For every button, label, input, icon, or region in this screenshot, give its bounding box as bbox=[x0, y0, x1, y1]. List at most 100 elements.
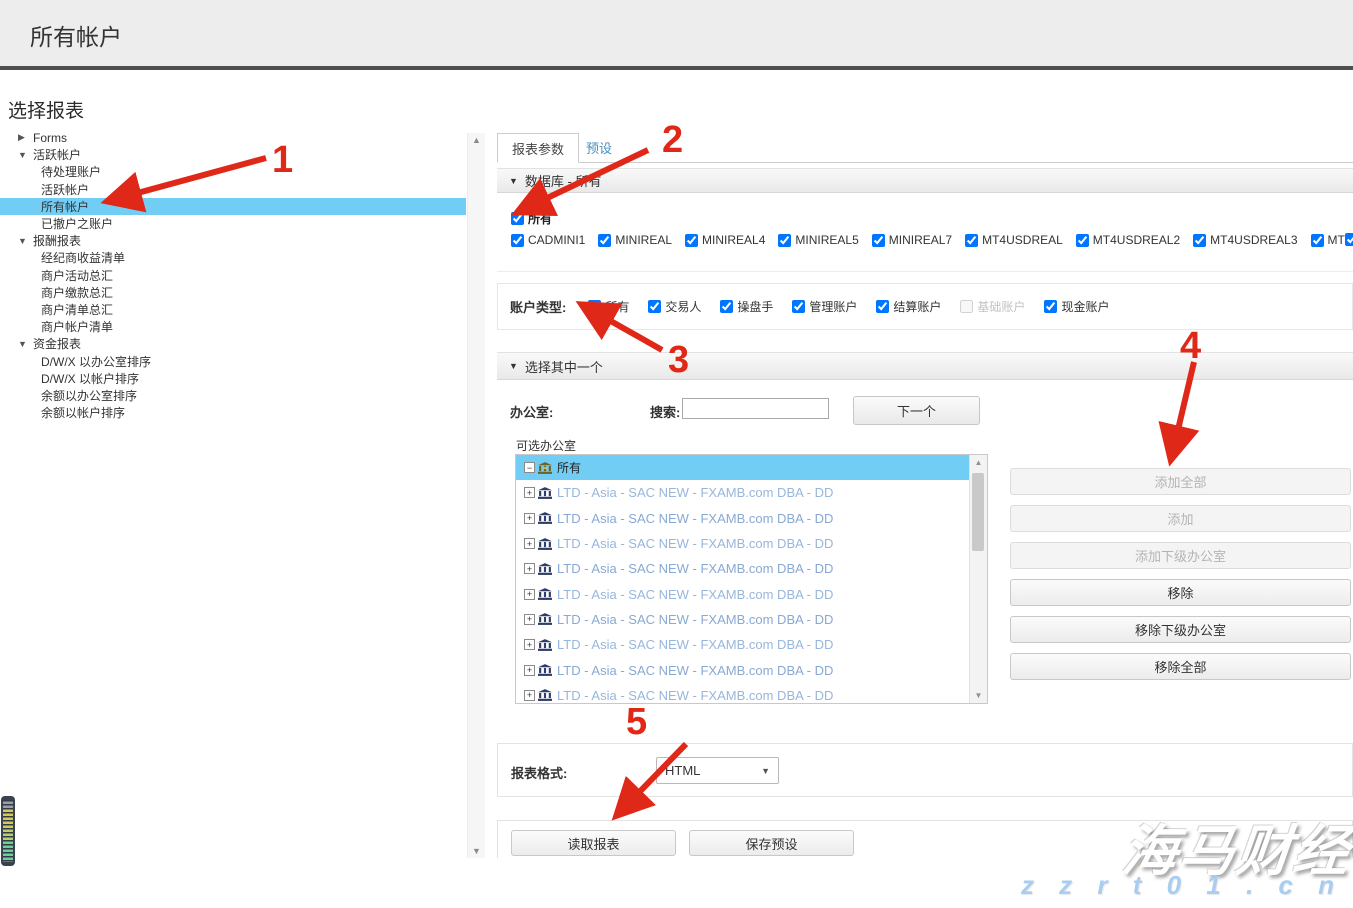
office-row[interactable]: + LTD - Asia - SAC NEW - FXAMB.com DBA -… bbox=[516, 531, 970, 556]
scroll-down-icon[interactable]: ▼ bbox=[468, 846, 485, 856]
office-row[interactable]: + LTD - Asia - SAC NEW - FXAMB.com DBA -… bbox=[516, 657, 970, 682]
expand-box-icon[interactable]: + bbox=[524, 538, 535, 549]
database-all-checkbox[interactable] bbox=[511, 212, 524, 225]
tree-item[interactable]: 经纪商收益清单 bbox=[0, 249, 466, 266]
tree-item[interactable]: 商户帐户清单 bbox=[0, 318, 466, 335]
tree-item[interactable]: 活跃帐户 bbox=[0, 181, 466, 198]
office-row[interactable]: + LTD - Asia - SAC NEW - FXAMB.com DBA -… bbox=[516, 683, 970, 703]
next-button[interactable]: 下一个 bbox=[853, 396, 980, 425]
database-checkbox[interactable] bbox=[1193, 234, 1206, 247]
expand-box-icon[interactable]: + bbox=[524, 690, 535, 701]
expand-box-icon[interactable]: + bbox=[524, 614, 535, 625]
office-row[interactable]: + LTD - Asia - SAC NEW - FXAMB.com DBA -… bbox=[516, 632, 970, 657]
transfer-button[interactable]: 移除全部 bbox=[1010, 653, 1351, 680]
database-all-checkbox-item[interactable]: 所有 bbox=[511, 210, 552, 227]
office-row[interactable]: + LTD - Asia - SAC NEW - FXAMB.com DBA -… bbox=[516, 556, 970, 581]
tree-item-label: 活跃帐户 bbox=[33, 146, 81, 163]
database-checkbox-item[interactable]: MT4USDREAL bbox=[965, 233, 1063, 247]
tree-item[interactable]: ▼ 活跃帐户 bbox=[0, 146, 466, 163]
database-checkbox-cutoff[interactable] bbox=[1345, 233, 1353, 246]
tree-item[interactable]: 商户活动总汇 bbox=[0, 267, 466, 284]
scroll-down-icon[interactable]: ▼ bbox=[970, 691, 987, 700]
database-checkbox-item[interactable]: MINIREAL4 bbox=[685, 233, 765, 247]
account-type-checkbox-item[interactable]: 结算账户 bbox=[876, 298, 941, 315]
database-checkbox[interactable] bbox=[872, 234, 885, 247]
tree-item[interactable]: D/W/X 以帐户排序 bbox=[0, 370, 466, 387]
database-checkbox[interactable] bbox=[685, 234, 698, 247]
panel-scrollbar[interactable]: ▲ ▼ bbox=[467, 133, 485, 858]
collapse-box-icon[interactable]: − bbox=[524, 462, 535, 473]
tree-item[interactable]: 余额以办公室排序 bbox=[0, 387, 466, 404]
transfer-button[interactable]: 添加全部 bbox=[1010, 468, 1351, 495]
transfer-button[interactable]: 添加下级办公室 bbox=[1010, 542, 1351, 569]
tree-item[interactable]: 所有帐户 bbox=[0, 198, 466, 215]
database-checkbox[interactable] bbox=[965, 234, 978, 247]
office-list-scrollbar[interactable]: ▲ ▼ bbox=[969, 455, 987, 703]
account-type-checkbox[interactable] bbox=[1044, 300, 1057, 313]
account-type-checkbox-item[interactable]: 操盘手 bbox=[720, 298, 773, 315]
tab-presets[interactable]: 预设 bbox=[572, 133, 626, 162]
transfer-button[interactable]: 添加 bbox=[1010, 505, 1351, 532]
database-checkbox[interactable] bbox=[511, 234, 524, 247]
account-type-checkbox-item[interactable]: 管理账户 bbox=[792, 298, 857, 315]
account-type-checkbox[interactable] bbox=[588, 300, 601, 313]
tree-item[interactable]: ▶ Forms bbox=[0, 129, 466, 146]
account-type-checkbox[interactable] bbox=[720, 300, 733, 313]
save-preset-button[interactable]: 保存预设 bbox=[689, 830, 854, 856]
database-section-header[interactable]: ▼ 数据库 - 所有 bbox=[497, 168, 1353, 193]
tree-item[interactable]: 商户缴款总汇 bbox=[0, 284, 466, 301]
report-format-select[interactable]: HTML ▼ bbox=[656, 757, 779, 784]
database-label: MINIREAL5 bbox=[795, 233, 858, 247]
office-row[interactable]: + LTD - Asia - SAC NEW - FXAMB.com DBA -… bbox=[516, 607, 970, 632]
account-type-checkbox-item[interactable]: 交易人 bbox=[648, 298, 701, 315]
expand-box-icon[interactable]: + bbox=[524, 563, 535, 574]
expand-box-icon[interactable]: + bbox=[524, 513, 535, 524]
tree-item[interactable]: ▼ 报酬报表 bbox=[0, 232, 466, 249]
tree-toggle-icon[interactable]: ▼ bbox=[18, 339, 33, 349]
tree-toggle-icon[interactable]: ▶ bbox=[18, 132, 33, 143]
load-report-button[interactable]: 读取报表 bbox=[511, 830, 676, 856]
tree-toggle-icon[interactable]: ▼ bbox=[18, 236, 33, 246]
transfer-button[interactable]: 移除 bbox=[1010, 579, 1351, 606]
account-type-checkbox-item[interactable]: 现金账户 bbox=[1044, 298, 1109, 315]
database-checkbox-item[interactable]: MINIREAL7 bbox=[872, 233, 952, 247]
account-type-checkbox-item[interactable]: 基础账户 bbox=[960, 298, 1025, 315]
report-format-panel: 报表格式: HTML ▼ bbox=[497, 743, 1353, 797]
tree-item[interactable]: 余额以帐户排序 bbox=[0, 404, 466, 421]
expand-box-icon[interactable]: + bbox=[524, 639, 535, 650]
tree-item[interactable]: ▼ 资金报表 bbox=[0, 335, 466, 352]
expand-box-icon[interactable]: + bbox=[524, 487, 535, 498]
database-checkbox[interactable] bbox=[778, 234, 791, 247]
transfer-button[interactable]: 移除下级办公室 bbox=[1010, 616, 1351, 643]
database-checkbox-item[interactable]: MT4USDREAL3 bbox=[1193, 233, 1297, 247]
database-checkbox-item[interactable]: MINIREAL5 bbox=[778, 233, 858, 247]
office-row-all[interactable]: − 所有 bbox=[516, 455, 970, 480]
search-input[interactable] bbox=[682, 398, 829, 419]
account-type-checkbox[interactable] bbox=[792, 300, 805, 313]
database-checkbox[interactable] bbox=[1311, 234, 1324, 247]
choose-one-section-header[interactable]: ▼ 选择其中一个 bbox=[497, 352, 1353, 380]
tree-item[interactable]: 商户清单总汇 bbox=[0, 301, 466, 318]
tree-item[interactable]: D/W/X 以办公室排序 bbox=[0, 352, 466, 369]
account-type-checkbox[interactable] bbox=[876, 300, 889, 313]
office-row[interactable]: + LTD - Asia - SAC NEW - FXAMB.com DBA -… bbox=[516, 581, 970, 606]
tree-item[interactable]: 待处理账户 bbox=[0, 163, 466, 180]
database-checkbox[interactable] bbox=[1076, 234, 1089, 247]
expand-box-icon[interactable]: + bbox=[524, 665, 535, 676]
tab-report-params[interactable]: 报表参数 bbox=[497, 133, 579, 163]
office-row[interactable]: + LTD - Asia - SAC NEW - FXAMB.com DBA -… bbox=[516, 480, 970, 505]
database-checkbox-item[interactable]: CADMINI1 bbox=[511, 233, 585, 247]
tree-item[interactable]: 已撤户之账户 bbox=[0, 215, 466, 232]
expand-box-icon[interactable]: + bbox=[524, 589, 535, 600]
office-row[interactable]: + LTD - Asia - SAC NEW - FXAMB.com DBA -… bbox=[516, 506, 970, 531]
scroll-up-icon[interactable]: ▲ bbox=[468, 135, 485, 145]
account-type-checkbox[interactable] bbox=[960, 300, 973, 313]
account-type-checkbox[interactable] bbox=[648, 300, 661, 313]
scroll-up-icon[interactable]: ▲ bbox=[970, 458, 987, 467]
account-type-checkbox-item[interactable]: 所有 bbox=[588, 298, 629, 315]
database-checkbox[interactable] bbox=[598, 234, 611, 247]
database-checkbox-item[interactable]: MINIREAL bbox=[598, 233, 672, 247]
scrollbar-thumb[interactable] bbox=[972, 473, 984, 551]
database-checkbox-item[interactable]: MT4USDREAL2 bbox=[1076, 233, 1180, 247]
tree-toggle-icon[interactable]: ▼ bbox=[18, 150, 33, 160]
